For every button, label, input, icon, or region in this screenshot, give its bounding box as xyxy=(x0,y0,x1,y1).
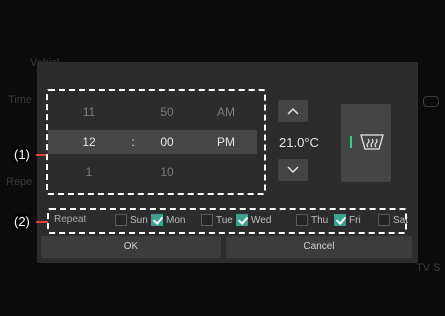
chevron-down-icon xyxy=(287,166,299,174)
bg-eye-icon xyxy=(423,96,439,107)
annotation-label-1: (1) xyxy=(14,147,30,163)
annotation-label-2: (2) xyxy=(14,214,30,230)
temperature-down-button[interactable] xyxy=(278,159,308,181)
chevron-up-icon xyxy=(287,107,299,115)
annotation-leader-2 xyxy=(36,221,48,223)
rear-defrost-button[interactable] xyxy=(341,104,391,182)
annotation-box-2 xyxy=(47,208,407,234)
annotation-box-1 xyxy=(46,89,266,195)
bg-time-label: Time xyxy=(8,94,33,106)
bg-repeat-label: Repe xyxy=(6,176,33,188)
annotation-leader-1 xyxy=(36,154,46,156)
cancel-button[interactable]: Cancel xyxy=(226,236,412,258)
bg-bottom-right-text: TV S xyxy=(416,262,441,274)
rear-defrost-icon xyxy=(360,134,384,150)
defrost-indicator xyxy=(350,136,352,148)
temperature-up-button[interactable] xyxy=(278,100,308,122)
temperature-value: 21.0°C xyxy=(279,135,319,150)
ok-button[interactable]: OK xyxy=(41,236,221,258)
